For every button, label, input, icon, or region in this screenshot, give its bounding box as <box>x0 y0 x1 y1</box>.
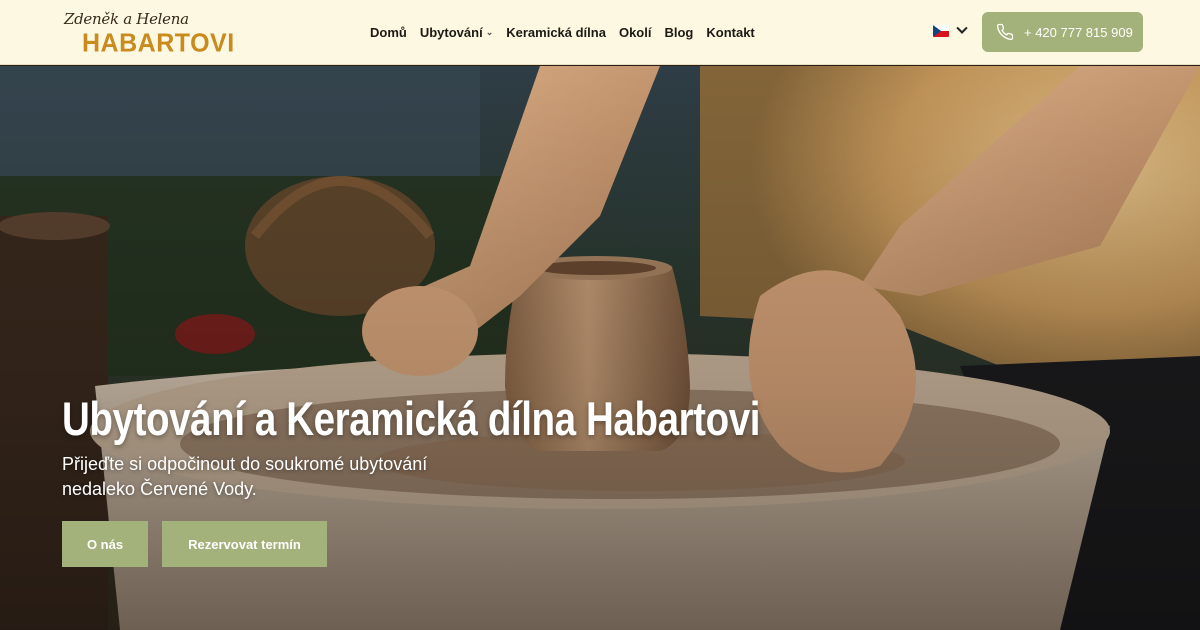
nav-item-domu[interactable]: Domů <box>370 25 407 40</box>
logo-script-text: Zdeněk a Helena <box>64 10 189 28</box>
nav-item-okoli[interactable]: Okolí <box>619 25 652 40</box>
about-button[interactable]: O nás <box>62 521 148 567</box>
czech-flag-icon <box>933 25 949 37</box>
nav-item-keramicka-dilna[interactable]: Keramická dílna <box>506 25 606 40</box>
main-nav: Domů Ubytování ⌄ Keramická dílna Okolí Bl… <box>370 0 768 65</box>
nav-label: Kontakt <box>706 25 755 40</box>
phone-icon <box>996 23 1014 41</box>
nav-label: Keramická dílna <box>506 25 606 40</box>
chevron-down-icon <box>956 22 968 34</box>
about-button-label: O nás <box>86 536 124 552</box>
nav-label: Okolí <box>618 25 652 40</box>
site-header: Zdeněk a Helena HABARTOVI Domů Ubytování… <box>0 0 1200 65</box>
hero-title: Ubytování a Keramická dílna Habartovi <box>62 392 761 445</box>
phone-number: + 420 777 815 909 <box>1024 24 1133 40</box>
nav-label: Blog <box>664 25 694 40</box>
hero-content: Ubytování a Keramická dílna Habartovi Př… <box>62 391 913 502</box>
site-logo[interactable]: Zdeněk a Helena HABARTOVI <box>62 10 234 58</box>
hero-section: Ubytování a Keramická dílna Habartovi Př… <box>0 66 1200 630</box>
nav-item-ubytovani[interactable]: Ubytování ⌄ <box>420 25 493 40</box>
nav-label: Domů <box>370 25 407 40</box>
hero-subtitle: Přijeďte si odpočinout do soukromé ubyto… <box>62 454 428 499</box>
nav-item-blog[interactable]: Blog <box>664 25 693 40</box>
logo-main-text: HABARTOVI <box>82 28 235 58</box>
nav-item-kontakt[interactable]: Kontakt <box>706 25 754 40</box>
nav-label: Ubytování <box>419 25 483 40</box>
book-date-button-label: Rezervovat termín <box>188 536 301 552</box>
book-date-button[interactable]: Rezervovat termín <box>162 521 327 567</box>
hero-buttons: O nás Rezervovat termín <box>62 521 327 567</box>
chevron-down-icon: ⌄ <box>485 27 494 37</box>
phone-button[interactable]: + 420 777 815 909 <box>982 12 1143 52</box>
language-switcher[interactable] <box>933 22 968 37</box>
